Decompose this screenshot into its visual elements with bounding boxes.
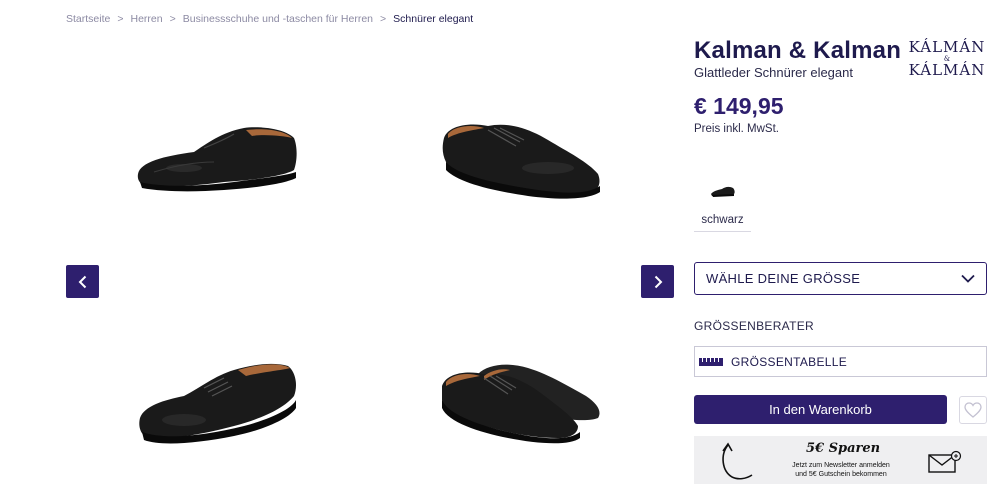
chevron-left-icon [78,275,86,288]
product-image-pair[interactable] [438,360,608,444]
product-image-front[interactable] [134,360,302,448]
breadcrumb: Startseite > Herren > Businessschuhe und… [66,13,473,25]
gallery-next-button[interactable] [641,265,674,298]
chevron-right-icon [654,275,662,288]
color-swatch-label: schwarz [701,214,744,226]
ruler-icon [699,357,723,366]
price-tax-note: Preis inkl. MwSt. [694,123,779,135]
breadcrumb-separator: > [117,13,124,25]
size-advisor-heading: GRÖSSENBERATER [694,319,814,333]
color-swatch-black[interactable]: schwarz [694,174,751,232]
wishlist-button[interactable] [959,396,987,424]
breadcrumb-item-home[interactable]: Startseite [66,13,110,25]
size-select-dropdown[interactable]: WÄHLE DEINE GRÖSSE [694,262,987,295]
chevron-down-icon [961,274,975,283]
brand-logo-line1: KÁLMÁN [908,38,986,56]
envelope-icon [928,450,962,473]
product-name: Glattleder Schnürer elegant [694,65,853,80]
gallery-prev-button[interactable] [66,265,99,298]
newsletter-promo-title: 5€ Sparen [806,441,881,456]
product-image-three-quarter[interactable] [438,118,606,202]
size-select-label: WÄHLE DEINE GRÖSSE [706,271,861,286]
breadcrumb-separator: > [380,13,387,25]
newsletter-promo-banner[interactable]: 5€ Sparen Jetzt zum Newsletter anmelden … [694,436,987,484]
size-table-button[interactable]: GRÖSSENTABELLE [694,346,987,377]
breadcrumb-item-category[interactable]: Businessschuhe und -taschen für Herren [183,13,373,25]
newsletter-promo-line2: und 5€ Gutschein bekommen [795,471,887,478]
color-swatch-shoe-thumbnail [711,186,735,197]
breadcrumb-current: Schnürer elegant [393,13,474,25]
brand-logo-line2: KÁLMÁN [908,61,986,79]
heart-icon [964,402,982,418]
product-brand-title: Kalman & Kalman [694,37,902,64]
curved-arrow-icon [722,442,753,480]
newsletter-promo-text: Jetzt zum Newsletter anmelden und 5€ Gut… [776,461,906,479]
product-image-side[interactable] [134,122,300,196]
product-price: € 149,95 [694,93,784,119]
newsletter-promo-line1: Jetzt zum Newsletter anmelden [792,462,890,469]
breadcrumb-separator: > [169,13,176,25]
breadcrumb-item-men[interactable]: Herren [131,13,163,25]
brand-logo[interactable]: KÁLMÁN & KÁLMÁN [906,40,988,82]
product-gallery [66,38,674,487]
size-table-label: GRÖSSENTABELLE [731,354,848,369]
add-to-cart-button[interactable]: In den Warenkorb [694,395,947,424]
